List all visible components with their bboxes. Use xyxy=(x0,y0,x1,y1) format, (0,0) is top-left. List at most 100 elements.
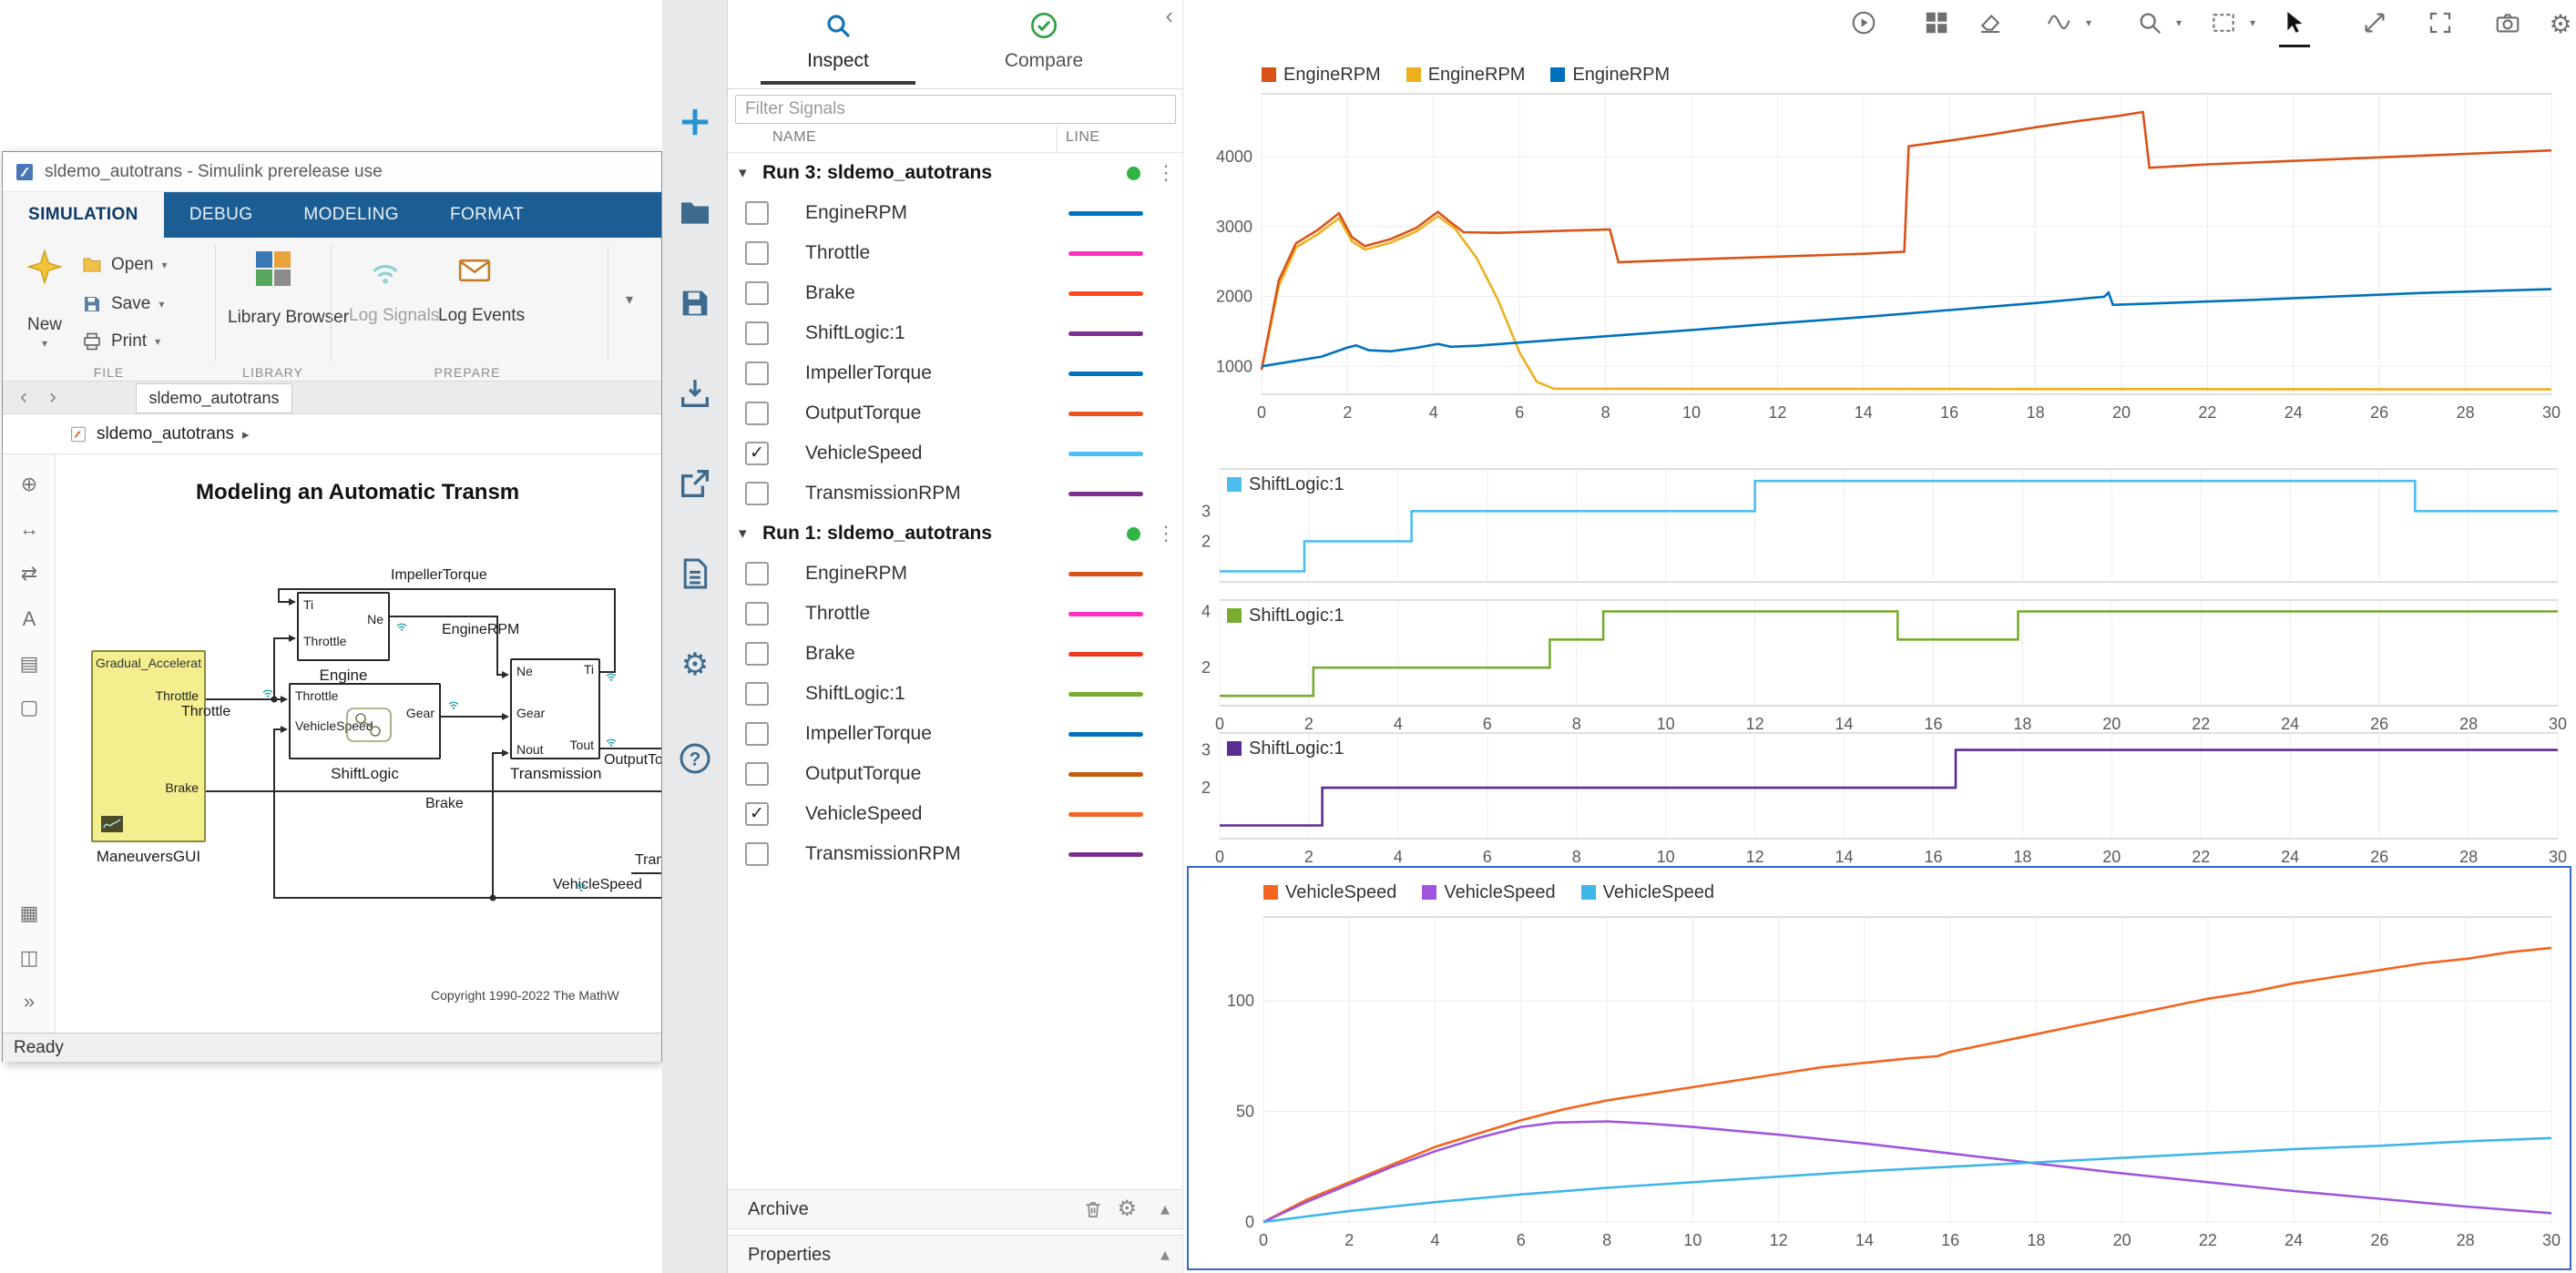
add-button[interactable] xyxy=(677,104,713,140)
eraser-icon[interactable] xyxy=(1977,9,2008,40)
palette-icon[interactable]: ◫ xyxy=(3,946,56,970)
document-tab[interactable]: sldemo_autotrans xyxy=(136,383,292,413)
signal-row[interactable]: TransmissionRPM xyxy=(728,834,1182,874)
signal-checkbox[interactable] xyxy=(745,602,769,626)
print-button[interactable]: Print ▾ xyxy=(81,325,214,358)
signal-row[interactable]: ✓ VehicleSpeed xyxy=(728,433,1182,474)
signal-row[interactable]: ImpellerTorque xyxy=(728,714,1182,754)
save-dropdown-icon[interactable]: ▾ xyxy=(158,298,164,311)
signal-row[interactable]: TransmissionRPM xyxy=(728,474,1182,514)
palette-icon[interactable]: ⇄ xyxy=(3,562,56,586)
model-canvas[interactable]: ⊕ ↔ ⇄ A ▤ ▢ ▦ ◫ » Modeling an Automatic Transm G… xyxy=(3,454,661,1033)
collapse-triangle-icon[interactable]: ▾ xyxy=(739,514,747,554)
save-button[interactable] xyxy=(677,285,713,321)
signal-checkbox[interactable] xyxy=(745,482,769,505)
signal-row[interactable]: Throttle xyxy=(728,233,1182,273)
fullscreen-icon[interactable] xyxy=(2427,9,2458,40)
collapse-panel-icon[interactable]: ‹ xyxy=(1165,2,1173,30)
palette-icon[interactable]: ↔ xyxy=(3,517,56,541)
engine-rpm-plot[interactable]: 1000 2000 3000 4000 0 2 4 6 8 10 12 14 16 18 20 22 24 26 2… xyxy=(1196,57,2567,422)
signal-checkbox[interactable] xyxy=(745,201,769,225)
library-browser-button[interactable]: Library Browser xyxy=(218,241,349,362)
ribbon-tab-modeling[interactable]: MODELING xyxy=(278,192,424,238)
new-dropdown-icon[interactable]: ▾ xyxy=(42,337,47,350)
palette-icon[interactable]: ⊕ xyxy=(3,473,56,496)
back-icon[interactable]: ‹ xyxy=(12,382,36,412)
signal-checkbox[interactable] xyxy=(745,642,769,666)
signal-checkbox[interactable]: ✓ xyxy=(745,802,769,826)
new-button[interactable]: New ▾ xyxy=(14,243,76,362)
signal-row[interactable]: EngineRPM xyxy=(728,554,1182,594)
vehicle-speed-plot[interactable]: 0 50 100 0 2 4 6 8 10 12 14 16 18 20 22 24 26 28 30 Vehicle… xyxy=(1187,866,2571,1270)
save-button[interactable]: Save ▾ xyxy=(81,288,214,321)
signal-row[interactable]: ShiftLogic:1 xyxy=(728,313,1182,353)
report-button[interactable] xyxy=(677,555,713,592)
signal-row[interactable]: Brake xyxy=(728,634,1182,674)
collapse-triangle-icon[interactable]: ▾ xyxy=(739,153,747,193)
signal-row[interactable]: ShiftLogic:1 xyxy=(728,674,1182,714)
signal-checkbox[interactable] xyxy=(745,722,769,746)
run-menu-icon[interactable]: ⋮ xyxy=(1156,514,1176,554)
palette-icon[interactable]: ▦ xyxy=(3,901,56,925)
run-header[interactable]: ▾ Run 3: sldemo_autotrans ⋮ xyxy=(728,153,1182,193)
properties-collapse-icon[interactable]: ▴ xyxy=(1160,1236,1170,1273)
print-dropdown-icon[interactable]: ▾ xyxy=(155,335,160,348)
run-icon[interactable] xyxy=(1850,9,1881,40)
run-header[interactable]: ▾ Run 1: sldemo_autotrans ⋮ xyxy=(728,514,1182,554)
snapshot-icon[interactable] xyxy=(2494,9,2525,40)
run-menu-icon[interactable]: ⋮ xyxy=(1156,153,1176,193)
settings-button[interactable]: ⚙ xyxy=(677,647,713,683)
archive-settings-icon[interactable]: ⚙ xyxy=(1117,1190,1137,1228)
signal-checkbox[interactable] xyxy=(745,682,769,706)
ribbon-tab-debug[interactable]: DEBUG xyxy=(164,192,279,238)
signal-checkbox[interactable]: ✓ xyxy=(745,442,769,465)
zoom-icon[interactable]: ▾ xyxy=(2136,9,2182,40)
signal-checkbox[interactable] xyxy=(745,842,769,866)
tab-compare[interactable]: Compare xyxy=(966,0,1121,85)
log-events-button[interactable]: Log Events xyxy=(431,241,525,362)
filter-signals-input[interactable] xyxy=(735,95,1176,124)
log-signals-button[interactable]: Log Signals xyxy=(342,241,439,362)
signal-checkbox[interactable] xyxy=(745,562,769,586)
simulink-titlebar[interactable]: sldemo_autotrans - Simulink prerelease u… xyxy=(3,152,661,192)
shiftlogic-strip-3[interactable]: 3 2 0 2 4 6 8 10 12 14 16 18 20 22 24 26 28 30 ShiftLogic:… xyxy=(1196,729,2567,866)
palette-icon[interactable]: A xyxy=(3,607,56,631)
archive-collapse-icon[interactable]: ▴ xyxy=(1160,1190,1170,1228)
shiftlogic-block[interactable]: Throttle VehicleSpeed Gear xyxy=(289,683,441,759)
forward-icon[interactable]: › xyxy=(41,382,65,412)
palette-icon[interactable]: ▤ xyxy=(3,652,56,676)
signal-checkbox[interactable] xyxy=(745,321,769,345)
signal-checkbox[interactable] xyxy=(745,762,769,786)
signal-checkbox[interactable] xyxy=(745,402,769,425)
open-dropdown-icon[interactable]: ▾ xyxy=(161,259,167,271)
line-style-icon[interactable]: ▾ xyxy=(2046,9,2091,40)
pointer-icon[interactable] xyxy=(2279,9,2310,47)
archive-section[interactable]: Archive ⚙ ▴ xyxy=(728,1189,1182,1229)
signal-checkbox[interactable] xyxy=(745,241,769,265)
ribbon-tab-simulation[interactable]: SIMULATION xyxy=(3,192,164,238)
trash-icon[interactable] xyxy=(1082,1190,1104,1234)
breadcrumb[interactable]: sldemo_autotrans ▸ xyxy=(3,414,661,454)
signal-row[interactable]: OutputTorque xyxy=(728,393,1182,433)
expand-icon[interactable] xyxy=(2361,9,2392,40)
breadcrumb-expand-icon[interactable]: ▸ xyxy=(242,426,250,443)
signal-row[interactable]: OutputTorque xyxy=(728,754,1182,794)
export-button[interactable] xyxy=(677,465,713,502)
engine-block[interactable]: Ti Throttle Ne xyxy=(297,592,390,661)
open-button[interactable] xyxy=(677,195,713,231)
ribbon-tab-format[interactable]: FORMAT xyxy=(424,192,549,238)
shiftlogic-strip-1[interactable]: 3 2 ShiftLogic:1 xyxy=(1196,465,2567,593)
signal-row[interactable]: ImpellerTorque xyxy=(728,353,1182,393)
signal-row[interactable]: Brake xyxy=(728,273,1182,313)
signal-row[interactable]: EngineRPM xyxy=(728,193,1182,233)
open-button[interactable]: Open ▾ xyxy=(81,249,214,281)
transmission-block[interactable]: Ne Gear Nout Ti Tout xyxy=(510,658,600,759)
signal-row[interactable]: ✓ VehicleSpeed xyxy=(728,794,1182,834)
palette-icon[interactable]: ▢ xyxy=(3,696,56,719)
settings-icon[interactable]: ⚙ xyxy=(2545,9,2576,40)
maneuversgui-block[interactable]: Gradual_Accelerat Throttle Brake xyxy=(91,650,206,842)
ribbon-overflow-icon[interactable]: ▾ xyxy=(626,290,633,309)
signal-row[interactable]: Throttle xyxy=(728,594,1182,634)
layout-grid-icon[interactable] xyxy=(1923,9,1954,40)
signal-checkbox[interactable] xyxy=(745,362,769,385)
